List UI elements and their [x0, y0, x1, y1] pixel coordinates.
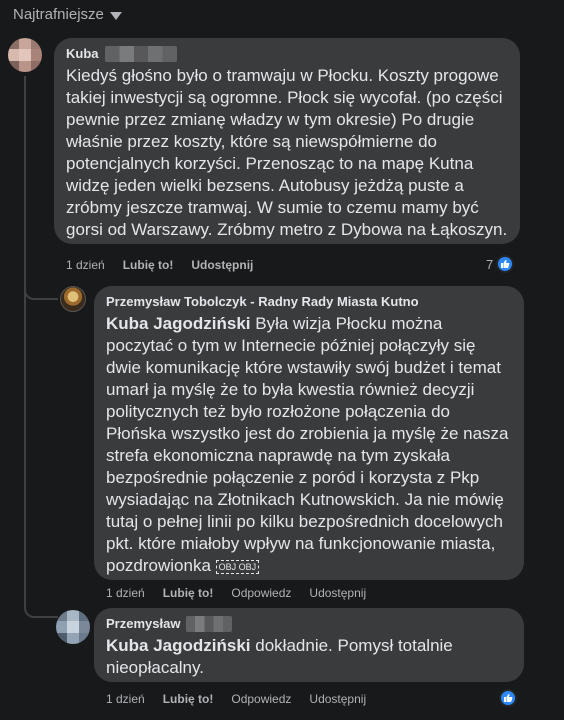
reaction-summary[interactable] [499, 689, 517, 707]
thumbs-up-icon [499, 689, 517, 707]
reaction-count: 7 [486, 256, 494, 272]
avatar[interactable] [60, 286, 86, 312]
comment-author[interactable]: Przemysław Tobolczyk - Radny Rady Miasta… [106, 294, 419, 310]
comment-time[interactable]: 1 dzień [106, 586, 145, 600]
emoji-placeholder: OBJ OBJ [215, 559, 260, 574]
comment-actions: 1 dzień Lubię to! Odpowiedz Udostępnij [106, 586, 366, 600]
mention-link[interactable]: Kuba Jagodziński [106, 314, 251, 333]
comment-text: Kuba Jagodziński dokładnie. Pomysł total… [106, 636, 453, 677]
sort-dropdown[interactable]: Najtrafniejsze [13, 6, 122, 23]
reaction-summary[interactable]: 7 [486, 255, 515, 273]
comment-author[interactable]: Kuba [66, 46, 99, 62]
chevron-down-icon [109, 11, 122, 20]
like-button[interactable]: Lubię to! [163, 692, 214, 706]
like-button[interactable]: Lubię to! [163, 586, 214, 600]
reply-button[interactable]: Odpowiedz [231, 692, 291, 706]
comment-time[interactable]: 1 dzień [66, 258, 105, 272]
comment-bubble: Kuba Kiedyś głośno było o tramwaju w Pło… [54, 38, 520, 244]
reply-button[interactable]: Odpowiedz [231, 586, 291, 600]
comment-text: Kiedyś głośno było o tramwaju w Płocku. … [66, 66, 508, 239]
comment-actions: 1 dzień Lubię to! Udostępnij [66, 258, 253, 272]
comment-actions: 1 dzień Lubię to! Odpowiedz Udostępnij [106, 692, 366, 706]
thread-connector [24, 596, 58, 618]
redacted-surname [186, 616, 233, 632]
share-button[interactable]: Udostępnij [309, 692, 366, 706]
share-button[interactable]: Udostępnij [309, 586, 366, 600]
comment-author[interactable]: Przemysław [106, 616, 180, 632]
comment-text: Kuba Jagodziński Była wizja Płocku można… [106, 314, 509, 575]
thumbs-up-icon [496, 255, 515, 273]
thread-connector [24, 280, 58, 300]
sort-label: Najtrafniejsze [13, 6, 104, 23]
comment-time[interactable]: 1 dzień [106, 692, 145, 706]
mention-link[interactable]: Kuba Jagodziński [106, 636, 251, 655]
redacted-surname [104, 46, 177, 62]
comment-bubble: Przemysław Tobolczyk - Radny Rady Miasta… [94, 286, 524, 580]
thread-line [24, 76, 26, 606]
like-button[interactable]: Lubię to! [123, 258, 174, 272]
avatar[interactable] [8, 38, 42, 72]
avatar[interactable] [56, 610, 90, 644]
share-button[interactable]: Udostępnij [191, 258, 253, 272]
comment-bubble: Przemysław Kuba Jagodziński dokładnie. P… [94, 608, 524, 682]
